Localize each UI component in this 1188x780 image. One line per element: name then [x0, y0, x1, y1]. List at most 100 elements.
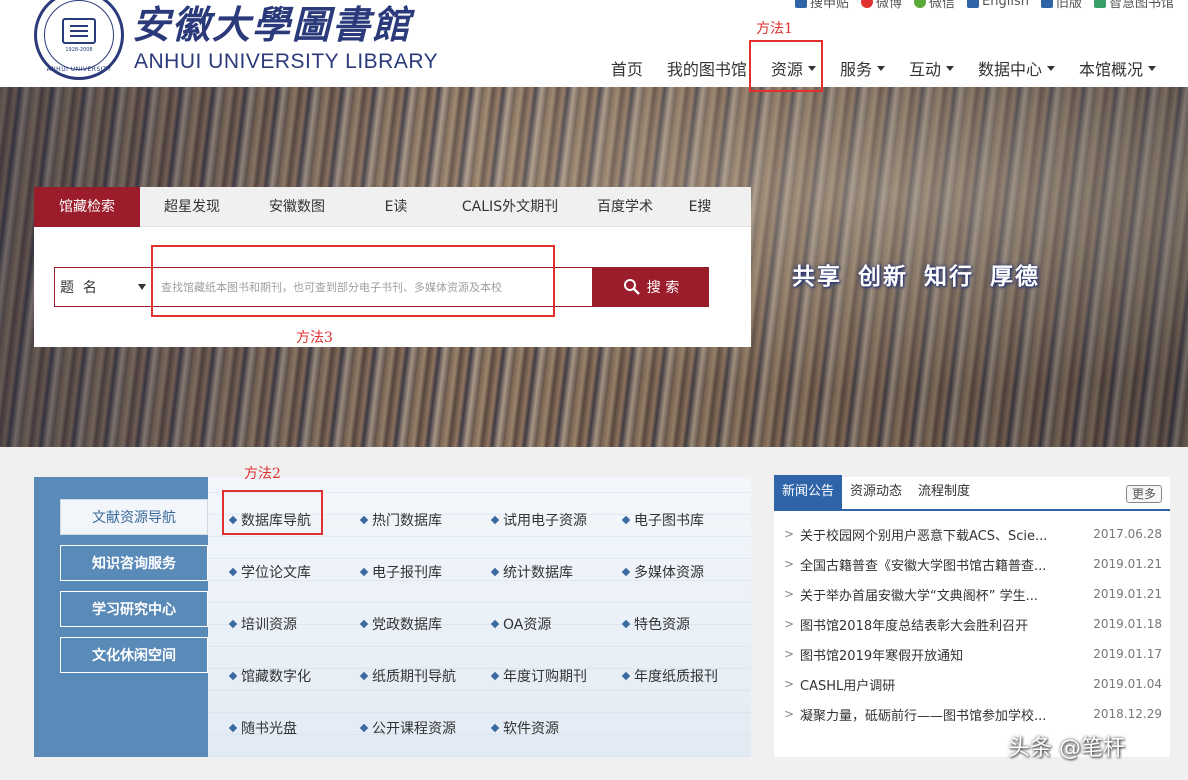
nav-about[interactable]: 本馆概况 — [1067, 52, 1168, 84]
annotation-method3-label: 方法3 — [296, 330, 333, 346]
nav-services[interactable]: 服务 — [828, 52, 897, 84]
diamond-bullet-icon — [359, 567, 369, 577]
res-oa[interactable]: OA资源 — [490, 614, 551, 634]
chevron-right-icon: > — [783, 677, 794, 691]
res-annual-journals[interactable]: 年度订购期刊 — [490, 666, 587, 686]
source-watermark: 头条 @笔杆 — [1008, 736, 1125, 761]
diamond-bullet-icon — [228, 567, 238, 577]
res-special[interactable]: 特色资源 — [621, 614, 690, 634]
side-study-research[interactable]: 学习研究中心 — [60, 591, 208, 627]
english-icon — [967, 0, 980, 8]
tab-calis[interactable]: CALIS外文期刊 — [442, 187, 578, 227]
nav-data-center[interactable]: 数据中心 — [966, 52, 1067, 84]
nav-interaction[interactable]: 互动 — [897, 52, 966, 84]
res-training[interactable]: 培训资源 — [228, 614, 297, 634]
seal-ring-text: ANHUI UNIVERSITY — [46, 66, 112, 73]
search-tabs: 馆藏检索 超星发现 安徽数图 E读 CALIS外文期刊 百度学术 E搜 — [34, 187, 751, 227]
chevron-right-icon: > — [783, 557, 794, 571]
diamond-bullet-icon — [228, 671, 238, 681]
annotation-method3-box — [151, 245, 555, 317]
res-paper-journal-nav[interactable]: 纸质期刊导航 — [359, 666, 456, 686]
toplink-weibo[interactable]: 微博 — [860, 0, 902, 11]
old-version-icon — [1040, 0, 1053, 8]
chevron-down-icon — [945, 65, 954, 71]
chevron-right-icon: > — [783, 647, 794, 661]
search-button[interactable]: 搜 索 — [593, 267, 709, 307]
res-enewspaper-library[interactable]: 电子报刊库 — [359, 562, 442, 582]
res-ebook-library[interactable]: 电子图书库 — [621, 510, 704, 530]
chevron-right-icon: > — [783, 707, 794, 721]
logo-english-title[interactable]: ANHUI UNIVERSITY LIBRARY — [134, 50, 438, 74]
diamond-bullet-icon — [621, 567, 631, 577]
diamond-bullet-icon — [359, 723, 369, 733]
tab-anhui-digital[interactable]: 安徽数图 — [244, 187, 350, 227]
toplink-share[interactable]: 搜申贴 — [794, 0, 849, 11]
diamond-bullet-icon — [490, 567, 500, 577]
annotation-method1-label: 方法1 — [756, 21, 793, 37]
top-links: 搜申贴 微博 微信 English 旧版 智慧图书馆 — [794, 0, 1174, 11]
diamond-bullet-icon — [621, 619, 631, 629]
tab-baidu-scholar[interactable]: 百度学术 — [578, 187, 672, 227]
diamond-bullet-icon — [228, 723, 238, 733]
tab-catalog[interactable]: 馆藏检索 — [34, 187, 140, 227]
toplink-old-version[interactable]: 旧版 — [1040, 0, 1082, 11]
diamond-bullet-icon — [621, 671, 631, 681]
res-software[interactable]: 软件资源 — [490, 718, 559, 738]
news-tab-procedures[interactable]: 流程制度 — [910, 475, 978, 509]
chevron-right-icon: > — [783, 587, 794, 601]
diamond-bullet-icon — [490, 723, 500, 733]
toplink-smart-library[interactable]: 智慧图书馆 — [1093, 0, 1174, 11]
diamond-bullet-icon — [490, 515, 500, 525]
news-item[interactable]: > 图书馆2019年寒假开放通知 2019.01.17 — [774, 639, 1170, 669]
university-seal-logo[interactable]: 1928-2008 ANHUI UNIVERSITY — [34, 0, 124, 80]
res-thesis-library[interactable]: 学位论文库 — [228, 562, 311, 582]
res-statistics-database[interactable]: 统计数据库 — [490, 562, 573, 582]
diamond-bullet-icon — [359, 515, 369, 525]
news-item[interactable]: > CASHL用户调研 2019.01.04 — [774, 669, 1170, 699]
resource-sidebar: 文献资源导航 知识咨询服务 学习研究中心 文化休闲空间 — [34, 477, 208, 757]
resource-panel: 文献资源导航 知识咨询服务 学习研究中心 文化休闲空间 数据库导航 热门数据库 … — [34, 477, 751, 757]
toplink-wechat[interactable]: 微信 — [914, 0, 955, 11]
diamond-bullet-icon — [228, 619, 238, 629]
news-item[interactable]: > 凝聚力量，砥砺前行——图书馆参加学校... 2018.12.29 — [774, 699, 1170, 729]
news-list: > 关于校园网个别用户恶意下载ACS、Scie... 2017.06.28 > 全国古… — [774, 519, 1170, 729]
diamond-bullet-icon — [490, 671, 500, 681]
res-hot-database[interactable]: 热门数据库 — [359, 510, 442, 530]
wechat-icon — [914, 0, 926, 8]
side-culture-leisure[interactable]: 文化休闲空间 — [60, 637, 208, 673]
chevron-down-icon — [876, 65, 885, 71]
annotation-method2-label: 方法2 — [244, 466, 281, 482]
chevron-right-icon: > — [783, 527, 794, 541]
res-collection-digitization[interactable]: 馆藏数字化 — [228, 666, 311, 686]
side-knowledge-consult[interactable]: 知识咨询服务 — [60, 545, 208, 581]
share-icon — [794, 0, 807, 8]
annotation-method2-box — [222, 490, 323, 535]
res-multimedia[interactable]: 多媒体资源 — [621, 562, 704, 582]
news-tab-announcements[interactable]: 新闻公告 — [774, 475, 843, 509]
site-header: 1928-2008 ANHUI UNIVERSITY 安徽大學圖書館 ANHUI… — [0, 0, 1188, 87]
tab-chaoxing[interactable]: 超星发现 — [140, 187, 244, 227]
res-annual-newspapers[interactable]: 年度纸质报刊 — [621, 666, 718, 686]
res-trial-eresource[interactable]: 试用电子资源 — [490, 510, 587, 530]
news-item[interactable]: > 全国古籍普查《安徽大学图书馆古籍普查... 2019.01.21 — [774, 549, 1170, 579]
tab-e-read[interactable]: E读 — [350, 187, 442, 227]
tab-e-search[interactable]: E搜 — [672, 187, 728, 227]
res-party-gov-database[interactable]: 党政数据库 — [359, 614, 442, 634]
news-item[interactable]: > 关于校园网个别用户恶意下载ACS、Scie... 2017.06.28 — [774, 519, 1170, 549]
nav-home[interactable]: 首页 — [599, 52, 655, 84]
nav-my-library[interactable]: 我的图书馆 — [655, 52, 759, 84]
logo-chinese-title[interactable]: 安徽大學圖書館 — [132, 0, 412, 49]
news-tab-resource-updates[interactable]: 资源动态 — [842, 475, 910, 509]
news-item[interactable]: > 关于举办首届安徽大学“文典阁杯” 学生... 2019.01.21 — [774, 579, 1170, 609]
chevron-right-icon: > — [783, 617, 794, 631]
side-literature-nav[interactable]: 文献资源导航 — [60, 499, 208, 535]
search-field-select[interactable]: 题 名 — [54, 267, 152, 307]
news-panel: 新闻公告 资源动态 流程制度 更多 > 关于校园网个别用户恶意下载ACS、Scie… — [774, 475, 1170, 757]
toplink-english[interactable]: English — [967, 0, 1029, 11]
res-book-cd[interactable]: 随书光盘 — [228, 718, 297, 738]
news-more-button[interactable]: 更多 — [1125, 485, 1162, 503]
news-item[interactable]: > 图书馆2018年度总结表彰大会胜利召开 2019.01.18 — [774, 609, 1170, 639]
main-nav: 首页 我的图书馆 资源 服务 互动 数据中心 本馆概况 — [599, 52, 1168, 84]
smart-library-icon — [1093, 0, 1106, 8]
res-open-courses[interactable]: 公开课程资源 — [359, 718, 456, 738]
